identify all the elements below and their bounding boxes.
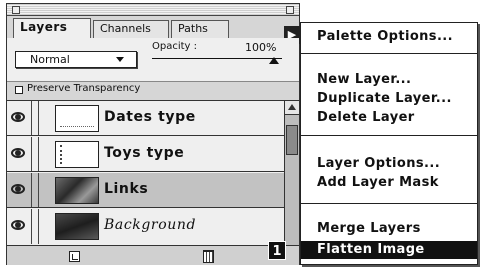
divider xyxy=(31,209,32,244)
palette-bottom-bar xyxy=(7,245,299,265)
menu-item-flatten-image[interactable]: Flatten Image xyxy=(301,241,477,259)
divider xyxy=(38,209,39,244)
divider xyxy=(31,101,32,135)
opacity-value: 100% xyxy=(245,41,277,54)
trash-icon[interactable] xyxy=(203,250,214,263)
palette-tabs: Layers Channels Paths xyxy=(9,18,299,38)
layer-row-links[interactable]: Links xyxy=(7,173,284,208)
layer-list-scrollbar[interactable] xyxy=(284,100,299,245)
close-box-icon[interactable] xyxy=(12,6,20,14)
menu-divider xyxy=(301,135,477,136)
preserve-transparency-label: Preserve Transparency xyxy=(27,83,141,94)
scroll-up-arrow-icon[interactable] xyxy=(285,101,299,115)
menu-divider xyxy=(301,203,477,204)
layer-thumbnail xyxy=(55,105,99,132)
tab-channels[interactable]: Channels xyxy=(93,20,169,38)
layer-controls: Normal Opacity : 100% xyxy=(7,38,299,82)
preserve-transparency-checkbox[interactable] xyxy=(15,86,23,94)
scroll-thumb[interactable] xyxy=(286,125,298,155)
palette-options-menu: Palette Options... New Layer... Duplicat… xyxy=(300,22,478,265)
layer-name: Toys type xyxy=(104,145,185,161)
layer-row-background[interactable]: Background xyxy=(7,209,284,244)
step-number-callout: 1 xyxy=(268,241,286,260)
menu-divider xyxy=(301,53,477,54)
layer-thumbnail xyxy=(55,213,99,240)
blend-mode-select[interactable]: Normal xyxy=(15,51,137,68)
eye-icon[interactable] xyxy=(11,184,25,194)
blend-mode-value: Normal xyxy=(30,53,70,66)
opacity-label: Opacity : xyxy=(152,41,198,52)
divider xyxy=(38,137,39,171)
preserve-transparency-option[interactable]: Preserve Transparency xyxy=(11,82,303,98)
menu-item-delete-layer[interactable]: Delete Layer xyxy=(317,110,415,125)
menu-item-palette-options[interactable]: Palette Options... xyxy=(317,29,453,44)
layer-name: Links xyxy=(104,181,149,197)
layer-list: Dates type Toys type Links Background xyxy=(7,100,284,245)
layer-thumbnail xyxy=(55,177,99,204)
menu-item-merge-layers[interactable]: Merge Layers xyxy=(317,221,421,236)
opacity-slider-track[interactable] xyxy=(152,58,282,59)
tab-paths[interactable]: Paths xyxy=(171,20,229,38)
menu-item-layer-options[interactable]: Layer Options... xyxy=(317,156,440,171)
eye-icon[interactable] xyxy=(11,148,25,158)
menu-item-duplicate-layer[interactable]: Duplicate Layer... xyxy=(317,91,452,106)
tab-layers[interactable]: Layers xyxy=(13,18,91,38)
menu-item-new-layer[interactable]: New Layer... xyxy=(317,72,411,87)
layer-thumbnail xyxy=(55,141,99,168)
opacity-slider-thumb[interactable] xyxy=(269,57,279,64)
new-layer-icon[interactable] xyxy=(69,251,80,262)
zoom-box-icon[interactable] xyxy=(286,6,294,14)
divider xyxy=(31,137,32,171)
layer-name: Dates type xyxy=(104,109,196,125)
layers-palette: Layers Channels Paths ▶ Normal Opacity :… xyxy=(6,3,300,265)
eye-icon[interactable] xyxy=(11,220,25,230)
palette-title-bar[interactable] xyxy=(7,4,299,16)
menu-item-add-layer-mask[interactable]: Add Layer Mask xyxy=(317,175,439,190)
layer-name: Background xyxy=(104,217,197,233)
layer-row-dates-type[interactable]: Dates type xyxy=(7,101,284,136)
divider xyxy=(38,173,39,207)
layer-row-toys-type[interactable]: Toys type xyxy=(7,137,284,172)
divider xyxy=(31,173,32,207)
chevron-down-icon xyxy=(116,57,124,62)
eye-icon[interactable] xyxy=(11,112,25,122)
divider xyxy=(38,101,39,135)
